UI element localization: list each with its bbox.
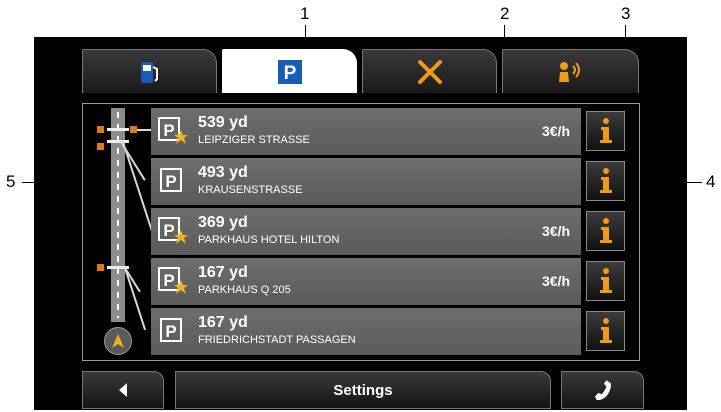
current-position-icon (104, 327, 132, 355)
parking-name: KRAUSENSTRASSE (198, 184, 303, 196)
svg-text:P: P (163, 271, 174, 290)
parking-premium-icon: P (158, 267, 188, 294)
back-button[interactable] (82, 371, 164, 409)
info-icon (599, 218, 612, 243)
callout-4: 4 (706, 172, 716, 191)
info-button[interactable] (586, 111, 625, 151)
svg-text:P: P (163, 121, 174, 140)
poi-marker (130, 126, 137, 133)
tab-restaurant[interactable] (362, 49, 497, 93)
settings-button[interactable]: Settings (175, 371, 551, 409)
parking-icon: P (160, 168, 182, 192)
phone-icon (594, 380, 611, 400)
parking-name: PARKHAUS Q 205 (198, 284, 291, 296)
distance: 167 yd (198, 314, 248, 331)
distance: 493 yd (198, 164, 248, 181)
tab-fuel[interactable] (82, 49, 217, 93)
info-icon (599, 118, 612, 143)
info-button[interactable] (586, 311, 625, 351)
poi-marker-line (107, 140, 129, 143)
fuel-pump-icon (140, 61, 158, 83)
callout-3: 3 (621, 4, 631, 23)
svg-text:P: P (163, 221, 174, 240)
svg-text:P: P (165, 172, 176, 191)
info-icon (599, 268, 612, 293)
info-icon (599, 168, 612, 193)
price: 3€/h (541, 123, 570, 139)
list-item[interactable]: P 369 yd PARKHAUS HOTEL HILTON 3€/h (151, 208, 581, 255)
info-icon (599, 318, 612, 343)
list-item[interactable]: P 493 yd KRAUSENSTRASSE (151, 158, 581, 205)
price: 3€/h (541, 273, 570, 289)
info-button[interactable] (586, 261, 625, 301)
navigation-screen: P P 539 yd LEIPZIGER STRASSE 3€/h P 493 … (34, 37, 687, 410)
tab-emergency[interactable] (502, 49, 639, 93)
phone-button[interactable] (561, 371, 644, 409)
poi-connector (137, 129, 152, 131)
list-item[interactable]: P 539 yd LEIPZIGER STRASSE 3€/h (151, 108, 581, 155)
poi-marker-line (107, 128, 129, 131)
poi-marker (97, 143, 104, 150)
svg-text:P: P (165, 322, 176, 341)
navigation-arrow-icon (112, 334, 124, 348)
price: 3€/h (541, 223, 570, 239)
callout-1: 1 (300, 4, 310, 23)
distance: 539 yd (198, 114, 248, 131)
emergency-call-icon (558, 61, 580, 82)
parking-icon: P (277, 59, 302, 84)
info-button[interactable] (586, 161, 625, 201)
poi-marker (97, 264, 104, 271)
tab-parking[interactable]: P (222, 49, 357, 93)
distance: 369 yd (198, 214, 248, 231)
parking-name: LEIPZIGER STRASSE (198, 134, 310, 146)
svg-text:P: P (283, 63, 296, 84)
parking-premium-icon: P (158, 117, 188, 144)
parking-icon: P (160, 318, 182, 342)
list-item[interactable]: P 167 yd FRIEDRICHSTADT PASSAGEN (151, 308, 581, 355)
list-item[interactable]: P 167 yd PARKHAUS Q 205 3€/h (151, 258, 581, 305)
distance: 167 yd (198, 264, 248, 281)
info-button[interactable] (586, 211, 625, 251)
poi-marker (97, 126, 104, 133)
parking-premium-icon: P (158, 217, 188, 244)
callout-5: 5 (6, 172, 16, 191)
parking-name: FRIEDRICHSTADT PASSAGEN (198, 334, 356, 346)
callout-2: 2 (500, 4, 510, 23)
fork-knife-icon (417, 59, 442, 84)
parking-name: PARKHAUS HOTEL HILTON (198, 234, 340, 246)
settings-label: Settings (333, 381, 393, 399)
back-arrow-icon (119, 383, 127, 397)
